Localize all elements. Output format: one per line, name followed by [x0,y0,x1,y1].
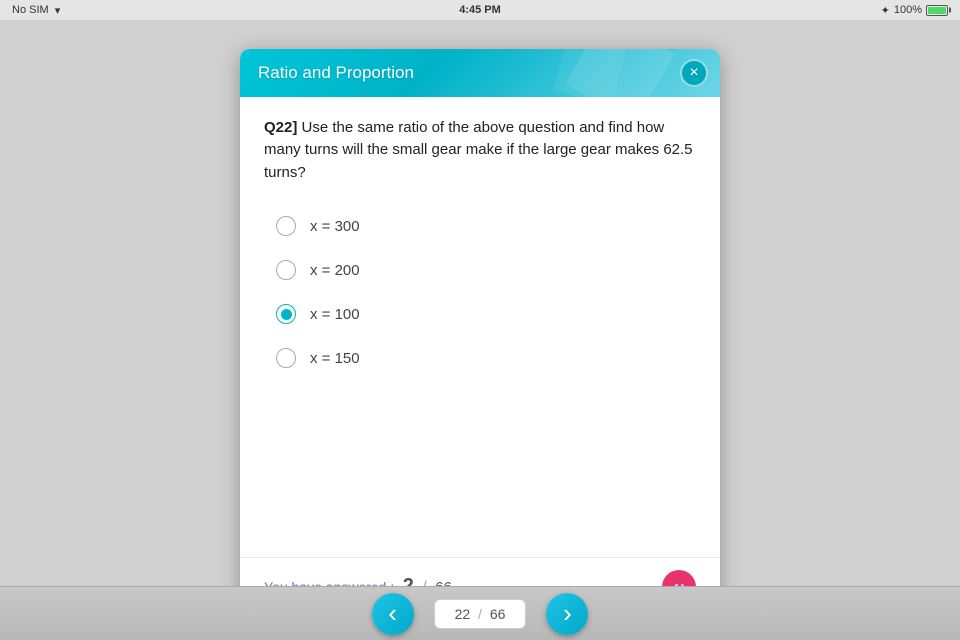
nav-bar: 22 / 66 [0,586,960,640]
wifi-icon: ▾ [55,4,61,17]
option-c[interactable]: x = 100 [264,294,696,334]
next-icon [563,600,572,628]
current-page: 22 [455,606,471,622]
battery-pct: 100% [894,4,922,16]
card-header: Ratio and Proportion × [240,49,720,97]
options-list: x = 300 x = 200 x = 100 x = 150 [264,206,696,382]
page-slash: / [478,606,482,622]
page-indicator: 22 / 66 [434,599,527,629]
status-bar: No SIM ▾ 4:45 PM ✦ 100% [0,0,960,20]
question-number: Q22] [264,119,297,136]
header-title: Ratio and Proportion [258,63,414,83]
question-body: Use the same ratio of the above question… [264,119,693,181]
radio-b [276,260,296,280]
option-c-label: x = 100 [310,306,360,323]
radio-a [276,216,296,236]
radio-d [276,348,296,368]
status-left: No SIM ▾ [12,4,60,17]
question-text: Q22] Use the same ratio of the above que… [264,117,696,185]
radio-c-fill [281,309,292,320]
prev-icon [388,600,397,628]
option-d[interactable]: x = 150 [264,338,696,378]
battery-indicator [926,5,948,16]
option-d-label: x = 150 [310,350,360,367]
close-button[interactable]: × [680,59,708,87]
status-right: ✦ 100% [881,4,948,17]
bluetooth-icon: ✦ [881,4,890,17]
option-a-label: x = 300 [310,218,360,235]
radio-c [276,304,296,324]
status-time: 4:45 PM [459,4,501,16]
next-button[interactable] [546,593,588,635]
total-pages: 66 [490,606,506,622]
option-a[interactable]: x = 300 [264,206,696,246]
quiz-card: Ratio and Proportion × Q22] Use the same… [240,49,720,616]
carrier-label: No SIM [12,4,49,16]
option-b[interactable]: x = 200 [264,250,696,290]
card-body: Q22] Use the same ratio of the above que… [240,97,720,537]
option-b-label: x = 200 [310,262,360,279]
prev-button[interactable] [372,593,414,635]
